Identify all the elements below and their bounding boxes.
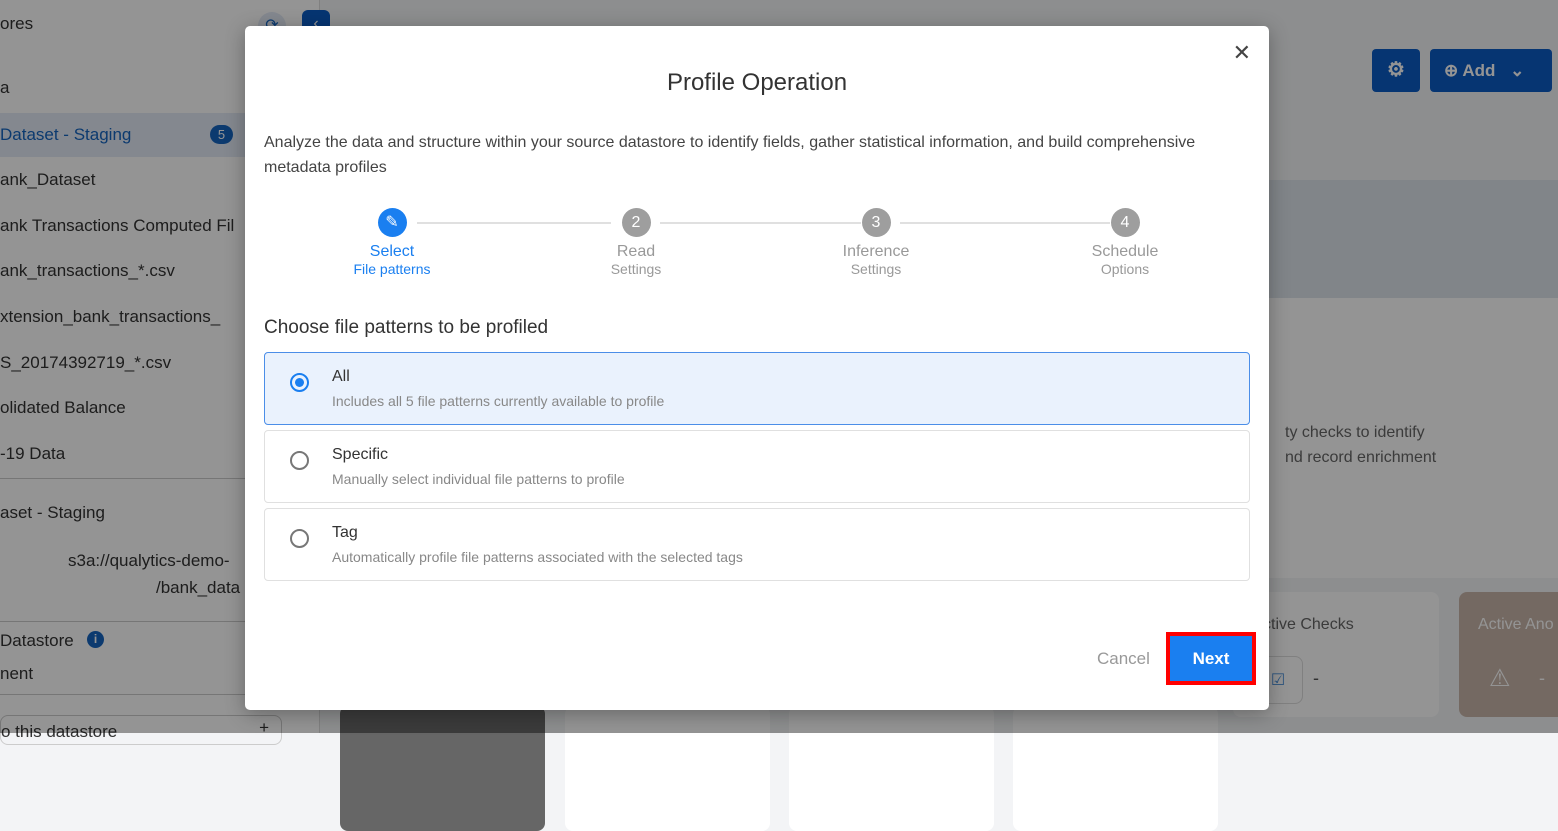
step-read-settings: 2 Read Settings <box>556 208 716 277</box>
step-label: Select <box>369 243 415 260</box>
step-inference-settings: 3 Inference Settings <box>796 208 956 277</box>
step-select-file-patterns: ✎ Select File patterns <box>312 208 472 277</box>
next-button[interactable]: Next <box>1170 636 1252 681</box>
step-number: 4 <box>1110 208 1140 237</box>
next-button-highlight: Next <box>1166 632 1256 685</box>
step-sublabel: File patterns <box>353 261 431 277</box>
dialog-title: Profile Operation <box>666 69 848 96</box>
option-all[interactable]: All Includes all 5 file patterns current… <box>264 352 1250 425</box>
close-icon[interactable]: ✕ <box>1233 40 1251 66</box>
option-tag[interactable]: Tag Automatically profile file patterns … <box>264 508 1250 581</box>
step-sublabel: Settings <box>610 261 662 277</box>
step-number: 3 <box>861 208 891 237</box>
option-specific[interactable]: Specific Manually select individual file… <box>264 430 1250 503</box>
step-label: Schedule <box>1091 243 1159 260</box>
section-heading: Choose file patterns to be profiled <box>264 317 549 338</box>
option-description: Automatically profile file patterns asso… <box>332 549 743 565</box>
option-title: Specific <box>332 446 389 463</box>
option-description: Includes all 5 file patterns currently a… <box>332 393 665 409</box>
radio-tag[interactable] <box>290 529 309 548</box>
dialog-description: Analyze the data and structure within yo… <box>264 134 1196 176</box>
step-label: Read <box>616 243 656 260</box>
cancel-button[interactable]: Cancel <box>1097 649 1150 669</box>
step-schedule-options: 4 Schedule Options <box>1045 208 1205 277</box>
option-title: Tag <box>332 524 358 541</box>
step-number: 2 <box>621 208 651 237</box>
option-description: Manually select individual file patterns… <box>332 471 625 487</box>
radio-all[interactable] <box>290 373 309 392</box>
option-title: All <box>332 368 350 385</box>
step-sublabel: Options <box>1100 261 1150 277</box>
step-sublabel: Settings <box>850 261 902 277</box>
step-label: Inference <box>842 243 910 260</box>
radio-specific[interactable] <box>290 451 309 470</box>
pencil-icon: ✎ <box>377 208 407 237</box>
profile-operation-dialog: Profile Operation ✕ Analyze the data and… <box>245 26 1269 710</box>
